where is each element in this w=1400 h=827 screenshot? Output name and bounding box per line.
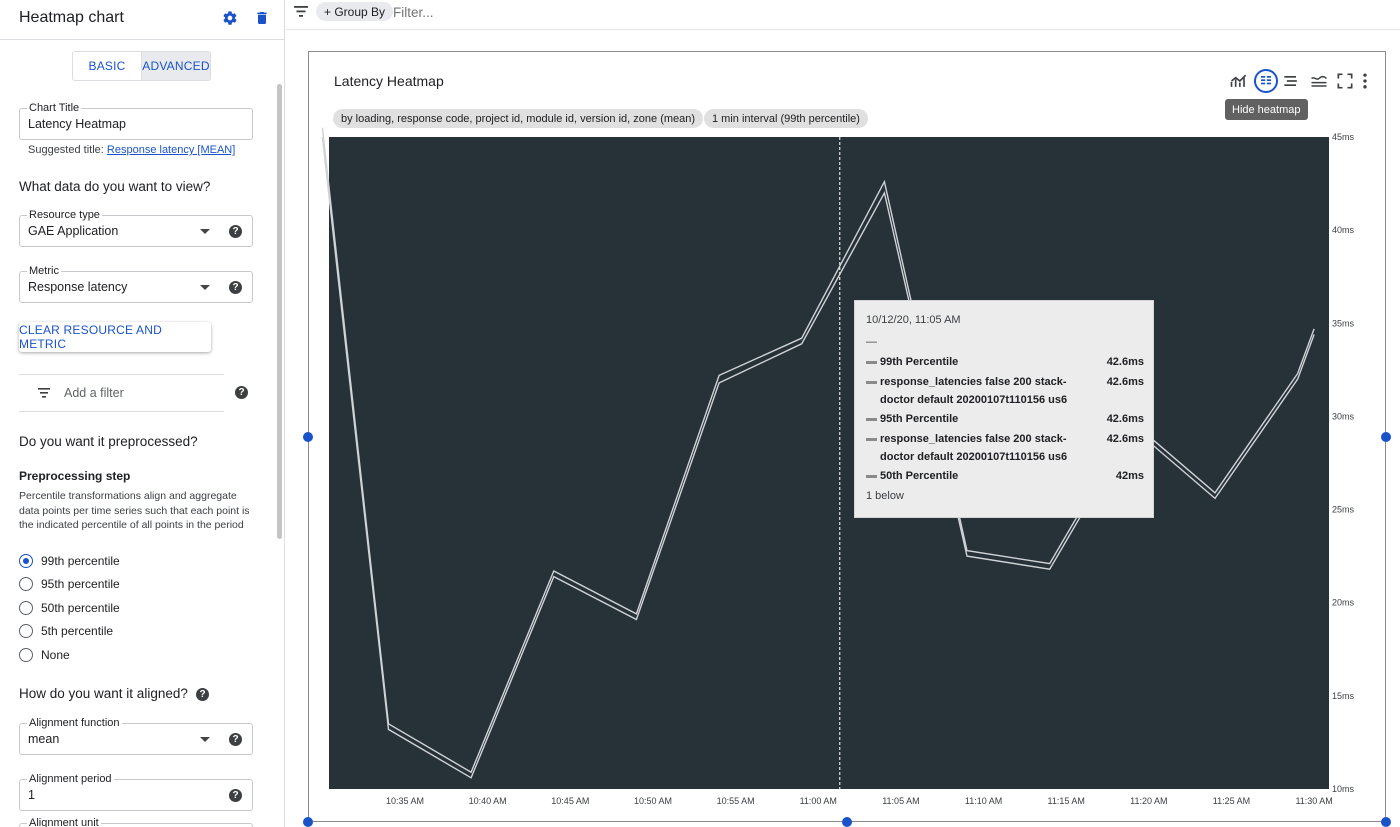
y-tick-label: 35ms xyxy=(1332,318,1355,328)
x-tick-label: 11:10 AM xyxy=(965,796,1002,806)
x-tick-label: 11:20 AM xyxy=(1130,796,1167,806)
x-tick-label: 10:55 AM xyxy=(717,796,755,806)
tooltip-below-count: 1 below xyxy=(866,490,904,502)
series-swatch xyxy=(866,361,877,364)
y-tick-label: 20ms xyxy=(1332,598,1355,608)
tooltip-series-value: 42.6ms xyxy=(1106,356,1144,368)
hover-tooltip: 10/12/20, 11:05 AM — 99th Percentile 42.… xyxy=(854,300,1154,518)
tooltip-series-name: 95th Percentile xyxy=(880,413,959,425)
resize-handle-bottom-left[interactable] xyxy=(303,817,313,827)
tooltip-series-name: response_latencies false 200 stack-docto… xyxy=(880,376,1068,406)
y-tick-label: 25ms xyxy=(1332,505,1355,515)
resize-handle-bottom-right[interactable] xyxy=(1381,817,1391,827)
tooltip-separator: — xyxy=(866,336,877,348)
x-tick-label: 11:15 AM xyxy=(1048,796,1085,806)
plot-area xyxy=(329,137,1329,789)
tooltip-series-value: 42.6ms xyxy=(1106,376,1144,388)
tooltip-series-name: response_latencies false 200 stack-docto… xyxy=(880,433,1068,463)
tooltip-date: 10/12/20, 11:05 AM xyxy=(866,314,961,326)
y-tick-label: 40ms xyxy=(1332,225,1355,235)
series-swatch xyxy=(866,381,877,384)
series-swatch xyxy=(866,475,877,478)
x-tick-label: 10:40 AM xyxy=(469,796,507,806)
resize-handle-right[interactable] xyxy=(1381,432,1391,442)
x-tick-label: 10:50 AM xyxy=(634,796,672,806)
x-tick-label: 10:45 AM xyxy=(551,796,589,806)
resize-handle-bottom[interactable] xyxy=(842,817,852,827)
x-tick-label: 11:30 AM xyxy=(1295,796,1332,806)
tooltip-series-value: 42.6ms xyxy=(1106,433,1144,445)
y-tick-label: 30ms xyxy=(1332,411,1355,421)
tooltip-series-value: 42.6ms xyxy=(1106,413,1144,425)
x-tick-label: 10:35 AM xyxy=(386,796,424,806)
series-swatch xyxy=(866,418,877,421)
y-tick-label: 45ms xyxy=(1332,132,1355,142)
latency-chart: 45ms 40ms 35ms 30ms 25ms 20ms 15ms 10ms 10:35 A… xyxy=(321,127,1355,806)
tooltip-series-name: 50th Percentile xyxy=(880,470,959,482)
tooltip-series-value: 42ms xyxy=(1115,470,1144,482)
y-tick-label: 15ms xyxy=(1332,691,1355,701)
y-tick-label: 10ms xyxy=(1332,784,1355,794)
x-tick-label: 11:00 AM xyxy=(800,796,837,806)
tooltip-series-name: 99th Percentile xyxy=(880,356,959,368)
series-swatch xyxy=(866,438,877,441)
resize-handle-left[interactable] xyxy=(303,432,313,442)
x-tick-label: 11:05 AM xyxy=(882,796,919,806)
x-tick-label: 11:25 AM xyxy=(1213,796,1250,806)
